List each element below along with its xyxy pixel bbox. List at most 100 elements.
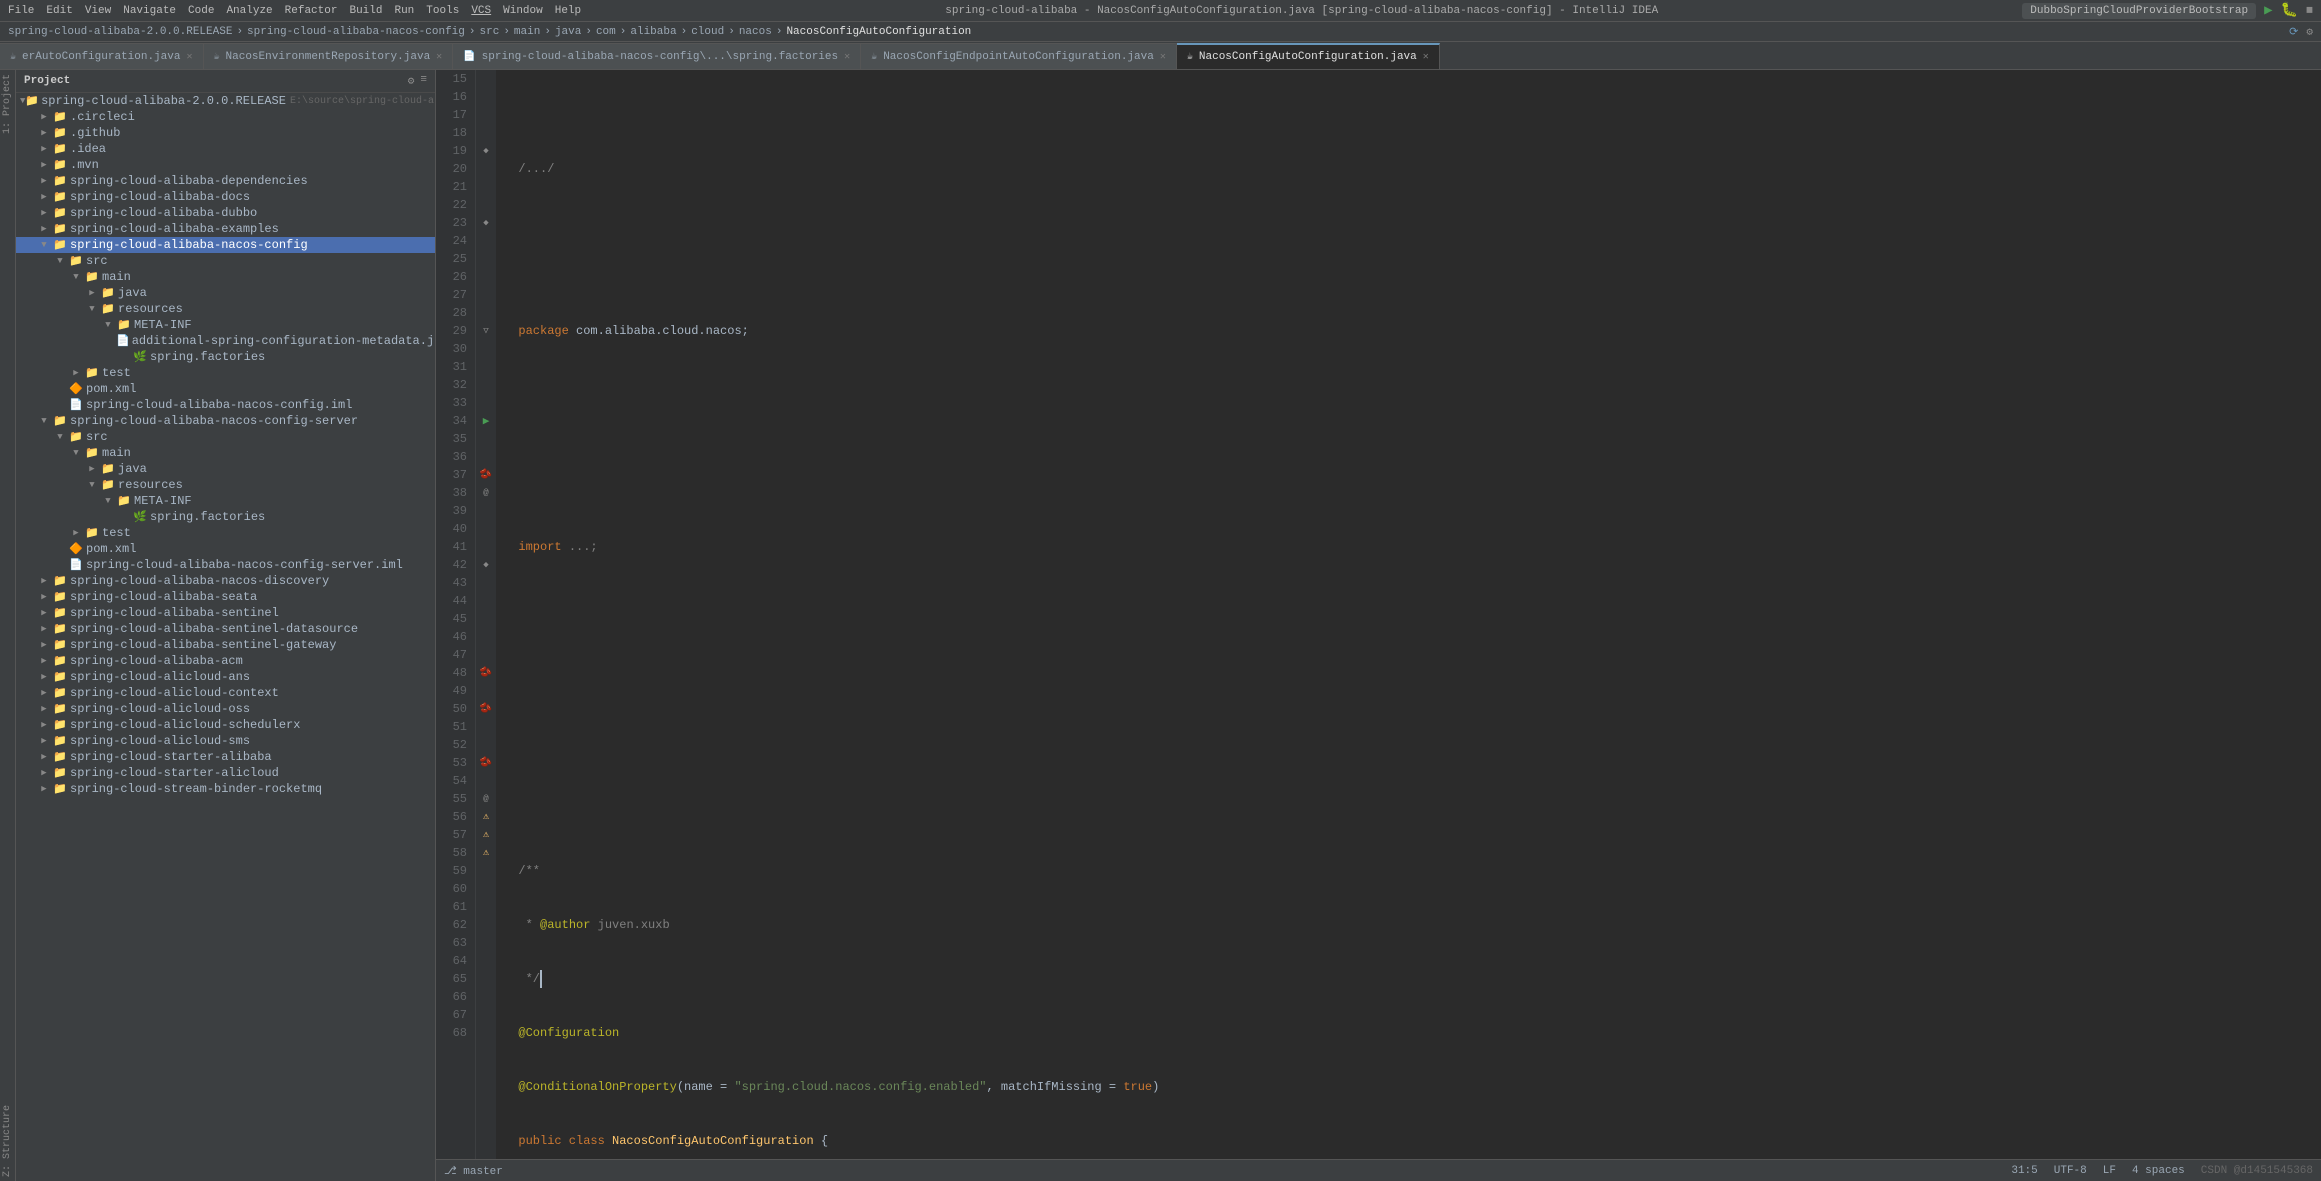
tree-item[interactable]: 🌿 spring.factories <box>16 349 435 365</box>
breadcrumb-part-9[interactable]: nacos <box>739 26 772 38</box>
sidebar-collapse-icon[interactable]: ≡ <box>420 74 427 88</box>
tree-item[interactable]: ▶ 📁 spring-cloud-alibaba-sentinel <box>16 605 435 621</box>
tree-item[interactable]: ▶ 📁 test <box>16 365 435 381</box>
tree-item[interactable]: ▶ 📁 java <box>16 461 435 477</box>
warn-gutter-icon-1[interactable]: ⚠ <box>483 811 489 823</box>
breadcrumb-part-10[interactable]: NacosConfigAutoConfiguration <box>786 26 971 38</box>
tree-item[interactable]: ▶ 📁 spring-cloud-alicloud-oss <box>16 701 435 717</box>
menu-help[interactable]: Help <box>555 5 581 17</box>
breadcrumb-part-5[interactable]: java <box>555 26 581 38</box>
tree-item[interactable]: ▶ 📁 spring-cloud-starter-alibaba <box>16 749 435 765</box>
tree-item[interactable]: ▶ 📁 java <box>16 285 435 301</box>
menu-analyze[interactable]: Analyze <box>226 5 272 17</box>
debug-button[interactable]: 🐛 <box>2281 2 2298 19</box>
tree-item[interactable]: ▶ 📁 spring-cloud-starter-alicloud <box>16 765 435 781</box>
tree-item[interactable]: ▼ 📁 spring-cloud-alibaba-nacos-config <box>16 237 435 253</box>
tree-item[interactable]: ▼ 📁 META-INF <box>16 493 435 509</box>
tree-item[interactable]: 📄 spring-cloud-alibaba-nacos-config-serv… <box>16 557 435 573</box>
tree-item[interactable]: ▶ 📁 spring-cloud-stream-binder-rocketmq <box>16 781 435 797</box>
tree-item[interactable]: ▶ 📁 .github <box>16 125 435 141</box>
tree-item[interactable]: ▶ 📁 spring-cloud-alibaba-sentinel-gatewa… <box>16 637 435 653</box>
tree-item[interactable]: ▼ 📁 META-INF <box>16 317 435 333</box>
indent-indicator[interactable]: 4 spaces <box>2132 1165 2185 1177</box>
tree-item[interactable]: ▼ 📁 main <box>16 269 435 285</box>
tree-item[interactable]: ▼ 📁 main <box>16 445 435 461</box>
tab-1[interactable]: ☕ NacosEnvironmentRepository.java ✕ <box>204 43 454 69</box>
tree-item[interactable]: 📄 spring-cloud-alibaba-nacos-config.iml <box>16 397 435 413</box>
tree-item[interactable]: ▶ 📁 spring-cloud-alibaba-dependencies <box>16 173 435 189</box>
tree-item[interactable]: ▶ 📁 spring-cloud-alibaba-nacos-discovery <box>16 573 435 589</box>
warn-gutter-icon-2[interactable]: ⚠ <box>483 829 489 841</box>
tab-3[interactable]: ☕ NacosConfigEndpointAutoConfiguration.j… <box>861 43 1177 69</box>
tab-0[interactable]: ☕ erAutoConfiguration.java ✕ <box>0 43 204 69</box>
tree-item[interactable]: ▼ 📁 src <box>16 429 435 445</box>
menu-tools[interactable]: Tools <box>426 5 459 17</box>
tree-item[interactable]: ▶ 📁 spring-cloud-alibaba-acm <box>16 653 435 669</box>
sync-icon[interactable]: ⟳ <box>2289 25 2298 39</box>
tree-item[interactable]: 🔶 pom.xml <box>16 541 435 557</box>
sidebar-gear-icon[interactable]: ⚙ <box>408 74 415 88</box>
breadcrumb-part-3[interactable]: src <box>480 26 500 38</box>
tree-item[interactable]: 📄 additional-spring-configuration-metada… <box>16 333 435 349</box>
tab-3-close[interactable]: ✕ <box>1160 51 1166 63</box>
tab-2[interactable]: 📄 spring-cloud-alibaba-nacos-config\...\… <box>453 43 861 69</box>
project-label[interactable]: 1: Project <box>2 74 13 134</box>
breadcrumb-part-7[interactable]: alibaba <box>630 26 676 38</box>
breadcrumb-part-8[interactable]: cloud <box>691 26 724 38</box>
menu-code[interactable]: Code <box>188 5 214 17</box>
tree-item[interactable]: ▶ 📁 .idea <box>16 141 435 157</box>
menu-refactor[interactable]: Refactor <box>285 5 338 17</box>
tree-item[interactable]: ▼ 📁 resources <box>16 301 435 317</box>
run-config-label[interactable]: DubboSpringCloudProviderBootstrap <box>2022 3 2256 19</box>
bean-gutter-icon-3[interactable]: 🫘 <box>480 703 492 715</box>
gear-icon[interactable]: ⚙ <box>2306 25 2313 39</box>
tree-item[interactable]: 🔶 pom.xml <box>16 381 435 397</box>
tree-item[interactable]: 🌿 spring.factories <box>16 509 435 525</box>
tree-item[interactable]: ▶ 📁 spring-cloud-alicloud-sms <box>16 733 435 749</box>
tree-item[interactable]: ▼ 📁 resources <box>16 477 435 493</box>
tree-item[interactable]: ▼ 📁 spring-cloud-alibaba-2.0.0.RELEASE E… <box>16 93 435 109</box>
tree-item[interactable]: ▶ 📁 test <box>16 525 435 541</box>
menu-window[interactable]: Window <box>503 5 543 17</box>
tab-0-close[interactable]: ✕ <box>186 51 192 63</box>
tree-item[interactable]: ▼ 📁 spring-cloud-alibaba-nacos-config-se… <box>16 413 435 429</box>
git-branch[interactable]: ⎇ master <box>444 1164 503 1178</box>
bean-gutter-icon-2[interactable]: 🫘 <box>480 667 492 679</box>
tab-1-close[interactable]: ✕ <box>436 51 442 63</box>
tree-item[interactable]: ▶ 📁 spring-cloud-alibaba-examples <box>16 221 435 237</box>
tree-item[interactable]: ▶ 📁 spring-cloud-alibaba-docs <box>16 189 435 205</box>
breadcrumb-part-6[interactable]: com <box>596 26 616 38</box>
breadcrumb-part-2[interactable]: spring-cloud-alibaba-nacos-config <box>247 26 465 38</box>
run-button[interactable]: ▶ <box>2264 2 2272 19</box>
bean-gutter-icon-4[interactable]: 🫘 <box>480 757 492 769</box>
tree-item[interactable]: ▶ 📁 spring-cloud-alibaba-seata <box>16 589 435 605</box>
warn-gutter-icon-3[interactable]: ⚠ <box>483 847 489 859</box>
tree-item[interactable]: ▶ 📁 spring-cloud-alicloud-context <box>16 685 435 701</box>
menu-navigate[interactable]: Navigate <box>123 5 176 17</box>
bean-gutter-icon[interactable]: 🫘 <box>480 469 492 481</box>
encoding-indicator[interactable]: UTF-8 <box>2054 1165 2087 1177</box>
stop-button[interactable]: ⏹ <box>2306 3 2313 19</box>
tree-item[interactable]: ▶ 📁 spring-cloud-alibaba-dubbo <box>16 205 435 221</box>
line-ending-indicator[interactable]: LF <box>2103 1165 2116 1177</box>
breadcrumb-part-1[interactable]: spring-cloud-alibaba-2.0.0.RELEASE <box>8 26 232 38</box>
code-editor[interactable]: 15 16 17 18 19 20 21 22 23 24 25 26 27 2… <box>436 70 2321 1159</box>
menu-build[interactable]: Build <box>349 5 382 17</box>
run-gutter-icon[interactable]: ▶ <box>483 414 490 428</box>
tree-item[interactable]: ▶ 📁 spring-cloud-alicloud-ans <box>16 669 435 685</box>
tree-item[interactable]: ▶ 📁 spring-cloud-alicloud-schedulerx <box>16 717 435 733</box>
breadcrumb-part-4[interactable]: main <box>514 26 540 38</box>
tree-item[interactable]: ▶ 📁 .mvn <box>16 157 435 173</box>
tab-4[interactable]: ☕ NacosConfigAutoConfiguration.java ✕ <box>1177 43 1440 69</box>
tab-2-close[interactable]: ✕ <box>844 51 850 63</box>
menu-vcs[interactable]: VCS <box>471 5 491 17</box>
tree-item[interactable]: ▼ 📁 src <box>16 253 435 269</box>
tree-item[interactable]: ▶ 📁 spring-cloud-alibaba-sentinel-dataso… <box>16 621 435 637</box>
menu-file[interactable]: File <box>8 5 34 17</box>
menu-edit[interactable]: Edit <box>46 5 72 17</box>
structure-label[interactable]: Z: Structure <box>2 1105 13 1177</box>
menu-run[interactable]: Run <box>394 5 414 17</box>
menu-bar[interactable]: File Edit View Navigate Code Analyze Ref… <box>8 5 581 17</box>
menu-view[interactable]: View <box>85 5 111 17</box>
code-content[interactable]: /.../ package com.alibaba.cloud.nacos; i… <box>496 70 2321 1159</box>
